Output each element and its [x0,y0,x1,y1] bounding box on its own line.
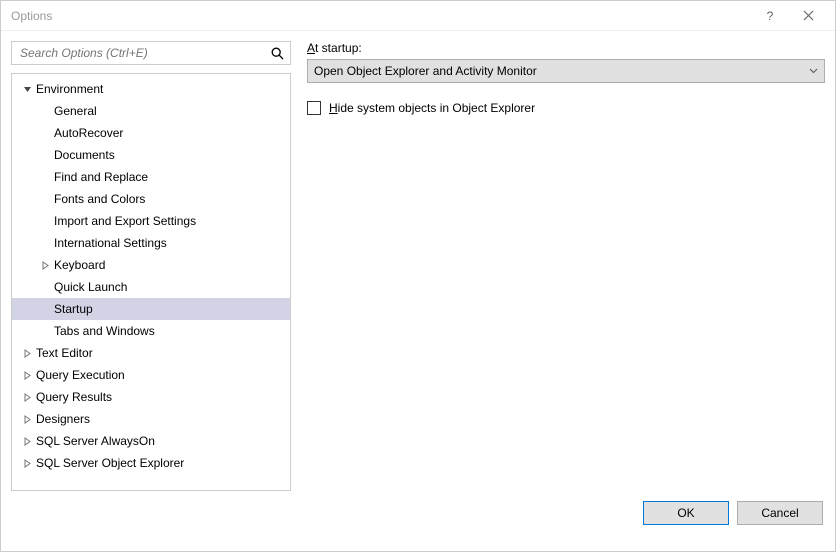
tree-item-label: Tabs and Windows [52,324,155,338]
tree-item-label: AutoRecover [52,126,123,140]
tree-item[interactable]: Import and Export Settings [12,210,290,232]
startup-label: At startup: [307,41,825,55]
twisty-closed-icon[interactable] [20,371,34,380]
twisty-closed-icon[interactable] [38,261,52,270]
right-panel: At startup: Open Object Explorer and Act… [291,41,825,491]
chevron-down-icon [809,68,818,74]
tree-item[interactable]: Query Execution [12,364,290,386]
search-box[interactable] [11,41,291,65]
tree-item-label: Fonts and Colors [52,192,145,206]
tree-item-label: Query Execution [34,368,125,382]
tree-item[interactable]: Find and Replace [12,166,290,188]
twisty-closed-icon[interactable] [20,393,34,402]
twisty-open-icon[interactable] [20,85,34,94]
cancel-button[interactable]: Cancel [737,501,823,525]
tree-item-label: Find and Replace [52,170,148,184]
titlebar: Options ? [1,1,835,31]
tree-item[interactable]: Text Editor [12,342,290,364]
close-button[interactable] [789,1,827,31]
tree-item-label: Designers [34,412,90,426]
twisty-closed-icon[interactable] [20,415,34,424]
startup-dropdown-value: Open Object Explorer and Activity Monito… [314,64,537,78]
hide-objects-row[interactable]: Hide system objects in Object Explorer [307,101,825,115]
close-icon [803,10,814,21]
tree-item[interactable]: General [12,100,290,122]
tree-item[interactable]: SQL Server AlwaysOn [12,430,290,452]
tree-item[interactable]: Keyboard [12,254,290,276]
search-icon [271,47,284,60]
tree-item[interactable]: AutoRecover [12,122,290,144]
search-input[interactable] [18,45,271,61]
twisty-closed-icon[interactable] [20,459,34,468]
content-area: Environment General AutoRecover Documents Fi… [1,31,835,491]
tree-item-label: Documents [52,148,115,162]
tree-item-label: Keyboard [52,258,105,272]
tree-item-label: General [52,104,97,118]
tree-item-label: Text Editor [34,346,93,360]
tree-item-label: International Settings [52,236,167,250]
twisty-closed-icon[interactable] [20,349,34,358]
hide-objects-checkbox[interactable] [307,101,321,115]
left-panel: Environment General AutoRecover Documents Fi… [11,41,291,491]
tree-item[interactable]: Environment [12,78,290,100]
help-button[interactable]: ? [751,1,789,31]
window-title: Options [9,9,751,23]
tree-item[interactable]: Query Results [12,386,290,408]
help-icon: ? [767,9,774,23]
tree-item-label: Query Results [34,390,112,404]
tree-item-label: Environment [34,82,103,96]
startup-dropdown[interactable]: Open Object Explorer and Activity Monito… [307,59,825,83]
twisty-closed-icon[interactable] [20,437,34,446]
tree-item-label: Import and Export Settings [52,214,196,228]
tree-item-label: Quick Launch [52,280,127,294]
tree-item-label: Startup [52,302,93,316]
tree-item[interactable]: Documents [12,144,290,166]
tree-item[interactable]: SQL Server Object Explorer [12,452,290,474]
tree-item[interactable]: Fonts and Colors [12,188,290,210]
tree-item[interactable]: International Settings [12,232,290,254]
hide-objects-label: Hide system objects in Object Explorer [329,101,535,115]
tree-item[interactable]: Startup [12,298,290,320]
tree-item[interactable]: Tabs and Windows [12,320,290,342]
tree-item[interactable]: Quick Launch [12,276,290,298]
ok-button[interactable]: OK [643,501,729,525]
tree-item-label: SQL Server Object Explorer [34,456,184,470]
tree-item-label: SQL Server AlwaysOn [34,434,155,448]
tree-item[interactable]: Designers [12,408,290,430]
options-tree[interactable]: Environment General AutoRecover Documents Fi… [11,73,291,491]
dialog-buttons: OK Cancel [1,491,835,537]
